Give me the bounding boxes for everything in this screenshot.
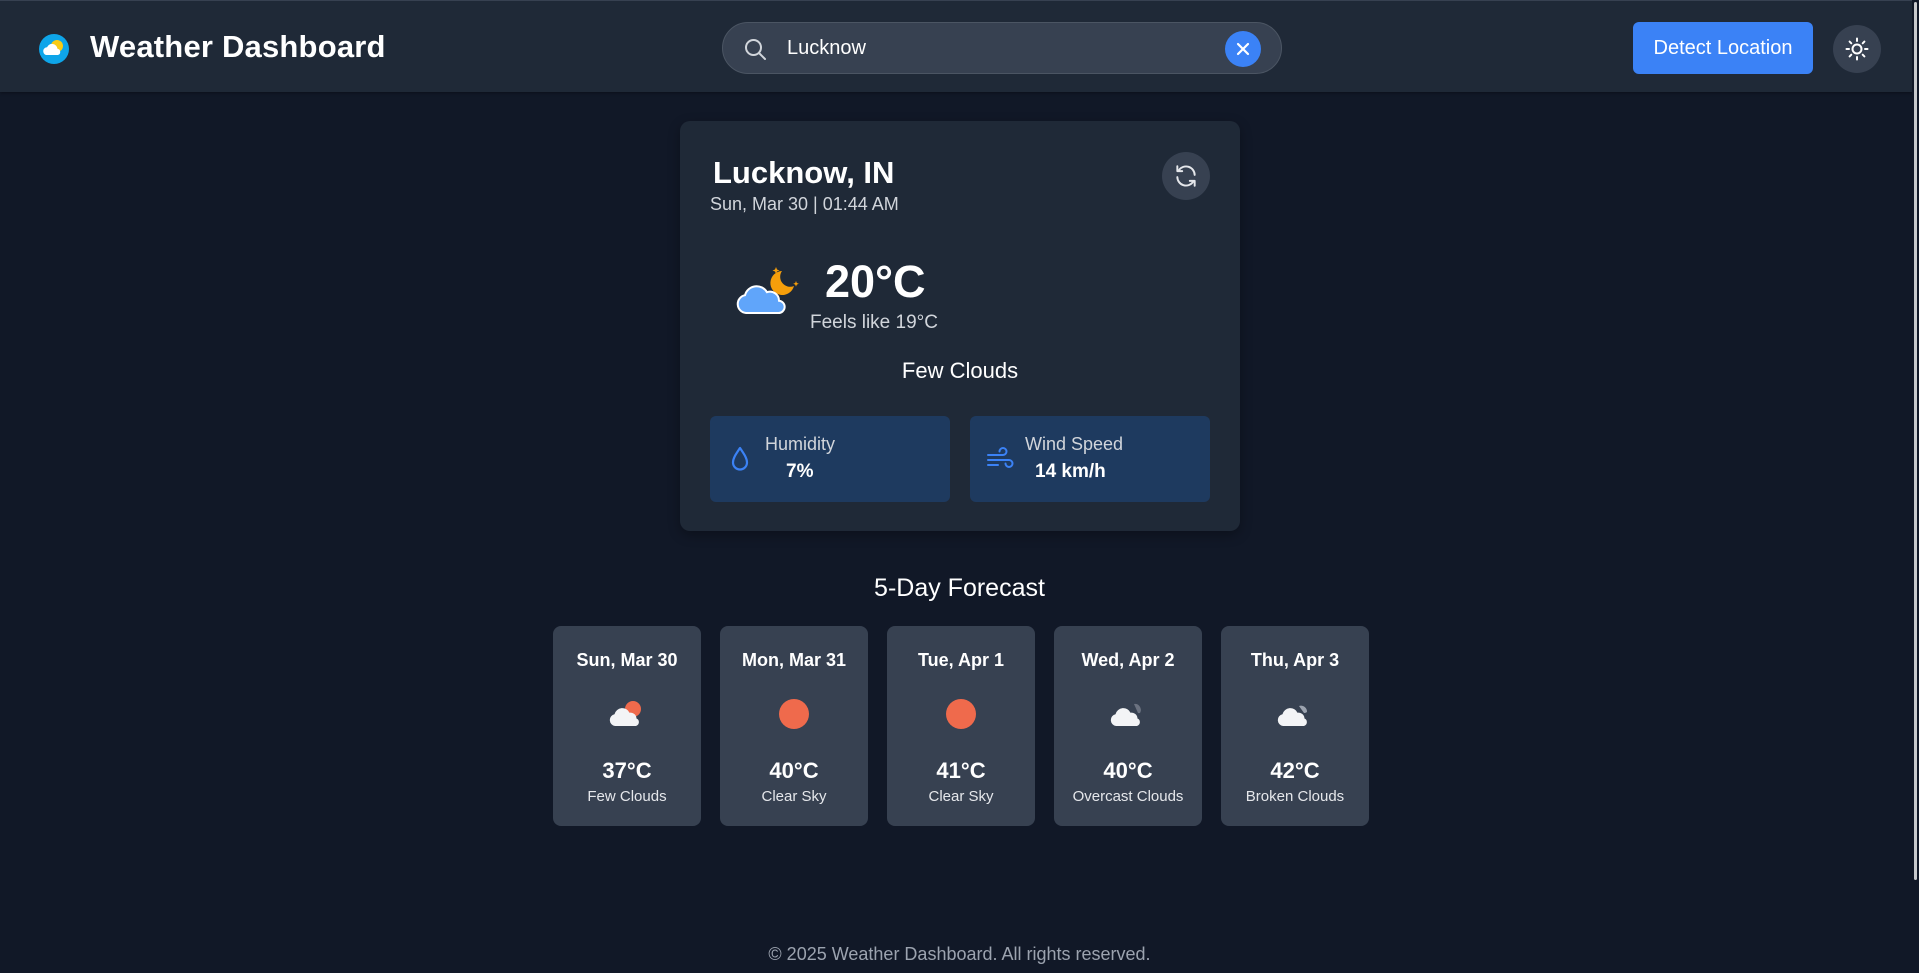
sun-icon (939, 694, 983, 734)
weather-app: Weather Dashboard Detect Location (0, 0, 1919, 973)
forecast-day: Mon, Mar 31 (741, 650, 847, 670)
feels-like: Feels like 19°C (810, 312, 938, 333)
top-header: Weather Dashboard Detect Location (0, 0, 1919, 92)
forecast-desc: Clear Sky (928, 788, 994, 805)
city-name: Lucknow, IN (713, 155, 895, 190)
droplet-icon (726, 445, 754, 473)
refresh-button[interactable] (1162, 152, 1210, 200)
footer-copyright: © 2025 Weather Dashboard. All rights res… (768, 944, 1151, 964)
sun-icon (1845, 37, 1869, 61)
wind-value: 14 km/h (1035, 461, 1106, 482)
forecast-desc: Broken Clouds (1245, 788, 1345, 805)
sun-icon (772, 694, 816, 734)
humidity-label: Humidity (765, 434, 836, 454)
few-clouds-night-icon (732, 263, 802, 321)
search-bar[interactable] (722, 22, 1282, 74)
forecast-card: Thu, Apr 3 42°C Broken Clouds (1221, 626, 1369, 826)
app-logo-icon (38, 33, 70, 65)
forecast-day: Tue, Apr 1 (917, 650, 1004, 670)
wind-box: Wind Speed 14 km/h (970, 416, 1210, 502)
wind-label: Wind Speed (1025, 434, 1124, 454)
search-input[interactable] (787, 23, 1207, 73)
scrollbar-thumb[interactable] (1914, 2, 1917, 880)
humidity-box: Humidity 7% (710, 416, 950, 502)
humidity-value: 7% (786, 461, 814, 482)
few-clouds-day-icon (605, 694, 649, 734)
current-weather-card: Lucknow, IN Sun, Mar 30 | 01:44 AM 20°C … (680, 121, 1240, 531)
forecast-card: Mon, Mar 31 40°C Clear Sky (720, 626, 868, 826)
forecast-desc: Few Clouds (587, 788, 667, 805)
app-title: Weather Dashboard (90, 29, 386, 64)
forecast-card: Sun, Mar 30 37°C Few Clouds (553, 626, 701, 826)
wind-icon (986, 445, 1014, 473)
current-temperature: 20°C (825, 256, 926, 307)
forecast-temp: 40°C (1103, 758, 1153, 783)
forecast-title: 5-Day Forecast (874, 574, 1045, 602)
forecast-temp: 41°C (936, 758, 986, 783)
forecast-temp: 42°C (1270, 758, 1320, 783)
broken-clouds-icon (1273, 694, 1317, 734)
close-icon (1236, 42, 1250, 56)
forecast-desc: Overcast Clouds (1072, 788, 1184, 805)
forecast-day: Wed, Apr 2 (1081, 650, 1175, 670)
clear-search-button[interactable] (1225, 31, 1261, 67)
forecast-temp: 40°C (769, 758, 819, 783)
date-time: Sun, Mar 30 | 01:44 AM (710, 194, 899, 214)
refresh-icon (1176, 165, 1196, 187)
detect-location-button[interactable]: Detect Location (1633, 22, 1813, 74)
overcast-clouds-icon (1106, 694, 1150, 734)
search-icon (743, 37, 767, 61)
forecast-card: Tue, Apr 1 41°C Clear Sky (887, 626, 1035, 826)
forecast-desc: Clear Sky (761, 788, 827, 805)
theme-toggle-button[interactable] (1833, 25, 1881, 73)
forecast-day: Thu, Apr 3 (1250, 650, 1340, 670)
forecast-temp: 37°C (602, 758, 652, 783)
weather-condition: Few Clouds (901, 358, 1019, 383)
forecast-day: Sun, Mar 30 (576, 650, 678, 670)
forecast-card: Wed, Apr 2 40°C Overcast Clouds (1054, 626, 1202, 826)
